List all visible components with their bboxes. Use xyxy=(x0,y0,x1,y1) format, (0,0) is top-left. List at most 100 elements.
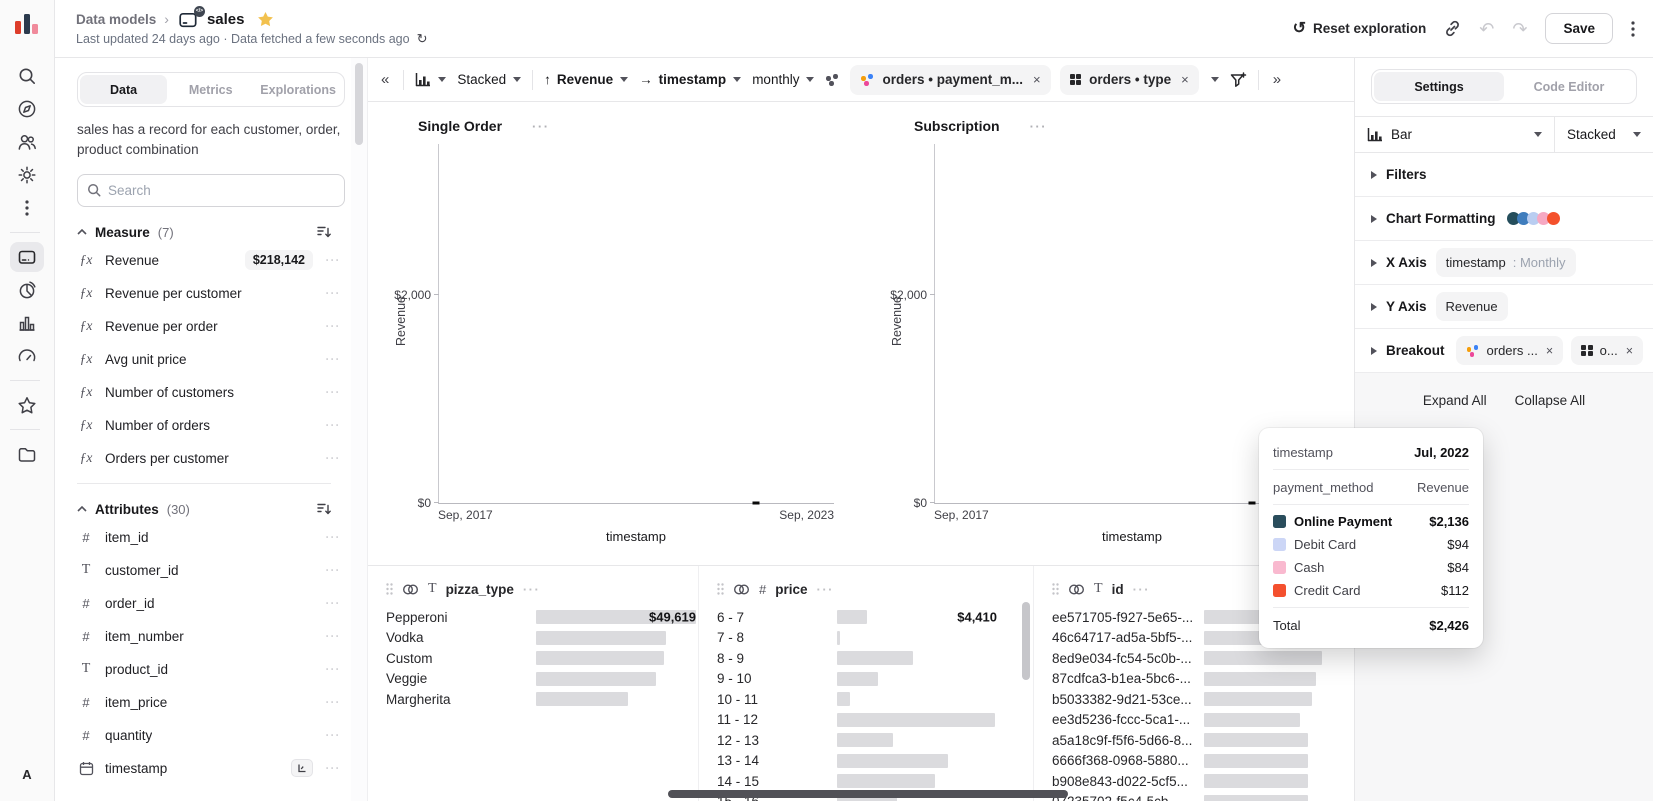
redo-button[interactable]: ↷ xyxy=(1512,20,1527,38)
rail-item-more[interactable] xyxy=(10,193,44,223)
horizontal-scrollbar[interactable] xyxy=(668,790,1068,798)
table-row[interactable]: a5a18c9f-f5f6-5d66-8... xyxy=(1052,730,1354,751)
attribute-row-item-id[interactable]: #item_id··· xyxy=(77,521,345,554)
toolbar-breakout-pill-0[interactable]: orders • payment_m...× xyxy=(850,65,1050,95)
row-menu-icon[interactable]: ··· xyxy=(323,761,343,775)
row-menu-icon[interactable]: ··· xyxy=(323,530,343,544)
row-menu-icon[interactable]: ··· xyxy=(323,629,343,643)
measure-row-number-of-orders[interactable]: ƒxNumber of orders··· xyxy=(77,409,345,442)
measure-row-revenue-per-order[interactable]: ƒxRevenue per order··· xyxy=(77,310,345,343)
user-avatar[interactable]: A xyxy=(14,761,40,787)
measure-row-revenue[interactable]: ƒxRevenue$218,142··· xyxy=(77,244,345,277)
rail-item-compass[interactable] xyxy=(10,94,44,124)
x-axis-pill[interactable]: timestamp : Monthly xyxy=(1436,248,1576,277)
row-menu-icon[interactable]: ··· xyxy=(323,352,343,366)
table-row[interactable]: 6 - 7$4,410 xyxy=(717,607,1033,628)
section-y-axis[interactable]: Y Axis Revenue xyxy=(1355,285,1653,329)
table-row[interactable]: 9 - 10 xyxy=(717,669,1033,690)
sidebar-tab-data[interactable]: Data xyxy=(80,75,167,104)
section-breakout[interactable]: Breakout orders ...×o...× xyxy=(1355,329,1653,373)
rail-item-users[interactable] xyxy=(10,127,44,157)
attribute-row-product-id[interactable]: Tproduct_id··· xyxy=(77,653,345,686)
panel-breakout-pill-0[interactable]: orders ...× xyxy=(1456,336,1564,365)
collapse-chevron-icon[interactable] xyxy=(77,506,87,512)
favorite-star-icon[interactable] xyxy=(257,11,274,27)
chevron-down-icon[interactable] xyxy=(1211,77,1219,82)
attribute-row-item-price[interactable]: #item_price··· xyxy=(77,686,345,719)
row-menu-icon[interactable]: ··· xyxy=(323,596,343,610)
column-scrollbar-thumb[interactable] xyxy=(1022,602,1030,680)
remove-pill-icon[interactable]: × xyxy=(1031,72,1041,87)
drag-handle-icon[interactable] xyxy=(1052,583,1059,595)
attribute-row-order-id[interactable]: #order_id··· xyxy=(77,587,345,620)
rail-item-metrics[interactable] xyxy=(10,275,44,305)
y-axis-pill[interactable]: Revenue xyxy=(1436,292,1508,321)
collapse-all-button[interactable]: Collapse All xyxy=(1515,393,1586,408)
search-input[interactable] xyxy=(108,183,335,198)
attribute-row-timestamp[interactable]: timestamp··· xyxy=(77,752,345,785)
sort-field-dropdown[interactable]: ↑ Revenue xyxy=(544,72,628,87)
attribute-row-quantity[interactable]: #quantity··· xyxy=(77,719,345,752)
row-menu-icon[interactable]: ··· xyxy=(323,253,343,267)
sidebar-tab-metrics[interactable]: Metrics xyxy=(167,75,254,104)
more-menu-icon[interactable] xyxy=(1631,21,1635,37)
section-x-axis[interactable]: X Axis timestamp : Monthly xyxy=(1355,241,1653,285)
granularity-button[interactable] xyxy=(291,759,313,777)
toolbar-breakout-pill-1[interactable]: orders • type× xyxy=(1060,65,1199,95)
table-row[interactable]: Pepperoni$49,619 xyxy=(386,607,698,628)
breadcrumb-data-models[interactable]: Data models xyxy=(76,12,156,27)
rail-item-star[interactable] xyxy=(10,390,44,420)
row-menu-icon[interactable]: ··· xyxy=(323,286,343,300)
expand-all-button[interactable]: Expand All xyxy=(1423,393,1487,408)
rail-item-folder[interactable] xyxy=(10,439,44,469)
rail-item-data-model[interactable] xyxy=(10,242,44,272)
add-filter-icon[interactable] xyxy=(1230,72,1247,88)
table-row[interactable]: 10 - 11 xyxy=(717,689,1033,710)
table-row[interactable]: Margherita xyxy=(386,689,698,710)
refresh-icon[interactable]: ↻ xyxy=(417,31,428,47)
table-row[interactable]: Vodka xyxy=(386,628,698,649)
rail-item-search[interactable] xyxy=(10,61,44,91)
undo-button[interactable]: ↶ xyxy=(1479,20,1494,38)
remove-pill-icon[interactable]: × xyxy=(1625,344,1633,358)
row-menu-icon[interactable]: ··· xyxy=(323,728,343,742)
drag-handle-icon[interactable] xyxy=(717,583,724,595)
rail-item-gear[interactable] xyxy=(10,160,44,190)
collapse-panel-icon[interactable]: « xyxy=(378,71,392,88)
row-menu-icon[interactable]: ··· xyxy=(323,418,343,432)
row-menu-icon[interactable]: ··· xyxy=(323,563,343,577)
table-row[interactable]: 87cdfca3-b1ea-5bc6-... xyxy=(1052,669,1354,690)
attribute-row-customer-id[interactable]: Tcustomer_id··· xyxy=(77,554,345,587)
scrollbar-thumb[interactable] xyxy=(355,63,363,145)
remove-pill-icon[interactable]: × xyxy=(1545,344,1553,358)
table-row[interactable]: Custom xyxy=(386,648,698,669)
column-menu-icon[interactable]: ··· xyxy=(1133,582,1151,597)
tab-settings[interactable]: Settings xyxy=(1374,72,1504,101)
reset-exploration-button[interactable]: ↺ Reset exploration xyxy=(1293,21,1427,37)
attribute-row-item-number[interactable]: #item_number··· xyxy=(77,620,345,653)
row-menu-icon[interactable]: ··· xyxy=(323,662,343,676)
viz-type-dropdown[interactable]: Bar xyxy=(1355,117,1555,152)
measure-row-revenue-per-customer[interactable]: ƒxRevenue per customer··· xyxy=(77,277,345,310)
table-row[interactable]: 07235702-f5c4-5cb... xyxy=(1052,792,1354,801)
sidebar-search[interactable] xyxy=(77,174,345,207)
chart-menu-button[interactable]: ··· xyxy=(532,119,550,134)
share-link-icon[interactable] xyxy=(1444,20,1461,37)
table-row[interactable]: 14 - 15 xyxy=(717,771,1033,792)
sidebar-tab-explorations[interactable]: Explorations xyxy=(254,75,342,104)
rail-item-charts[interactable] xyxy=(10,308,44,338)
section-chart-formatting[interactable]: Chart Formatting xyxy=(1355,197,1653,241)
remove-pill-icon[interactable]: × xyxy=(1179,72,1189,87)
table-row[interactable]: 11 - 12 xyxy=(717,710,1033,731)
viz-stack-dropdown[interactable]: Stacked xyxy=(1555,117,1653,152)
sidebar-scrollbar[interactable] xyxy=(351,58,367,801)
granularity-dropdown[interactable]: monthly xyxy=(752,72,814,87)
column-menu-icon[interactable]: ··· xyxy=(523,582,541,597)
measure-row-orders-per-customer[interactable]: ƒxOrders per customer··· xyxy=(77,442,345,475)
table-row[interactable]: 12 - 13 xyxy=(717,730,1033,751)
chart-menu-button[interactable]: ··· xyxy=(1030,119,1048,134)
drag-handle-icon[interactable] xyxy=(386,583,393,595)
sort-icon[interactable] xyxy=(317,226,331,238)
table-row[interactable]: 8ed9e034-fc54-5c0b-... xyxy=(1052,648,1354,669)
table-row[interactable]: 8 - 9 xyxy=(717,648,1033,669)
